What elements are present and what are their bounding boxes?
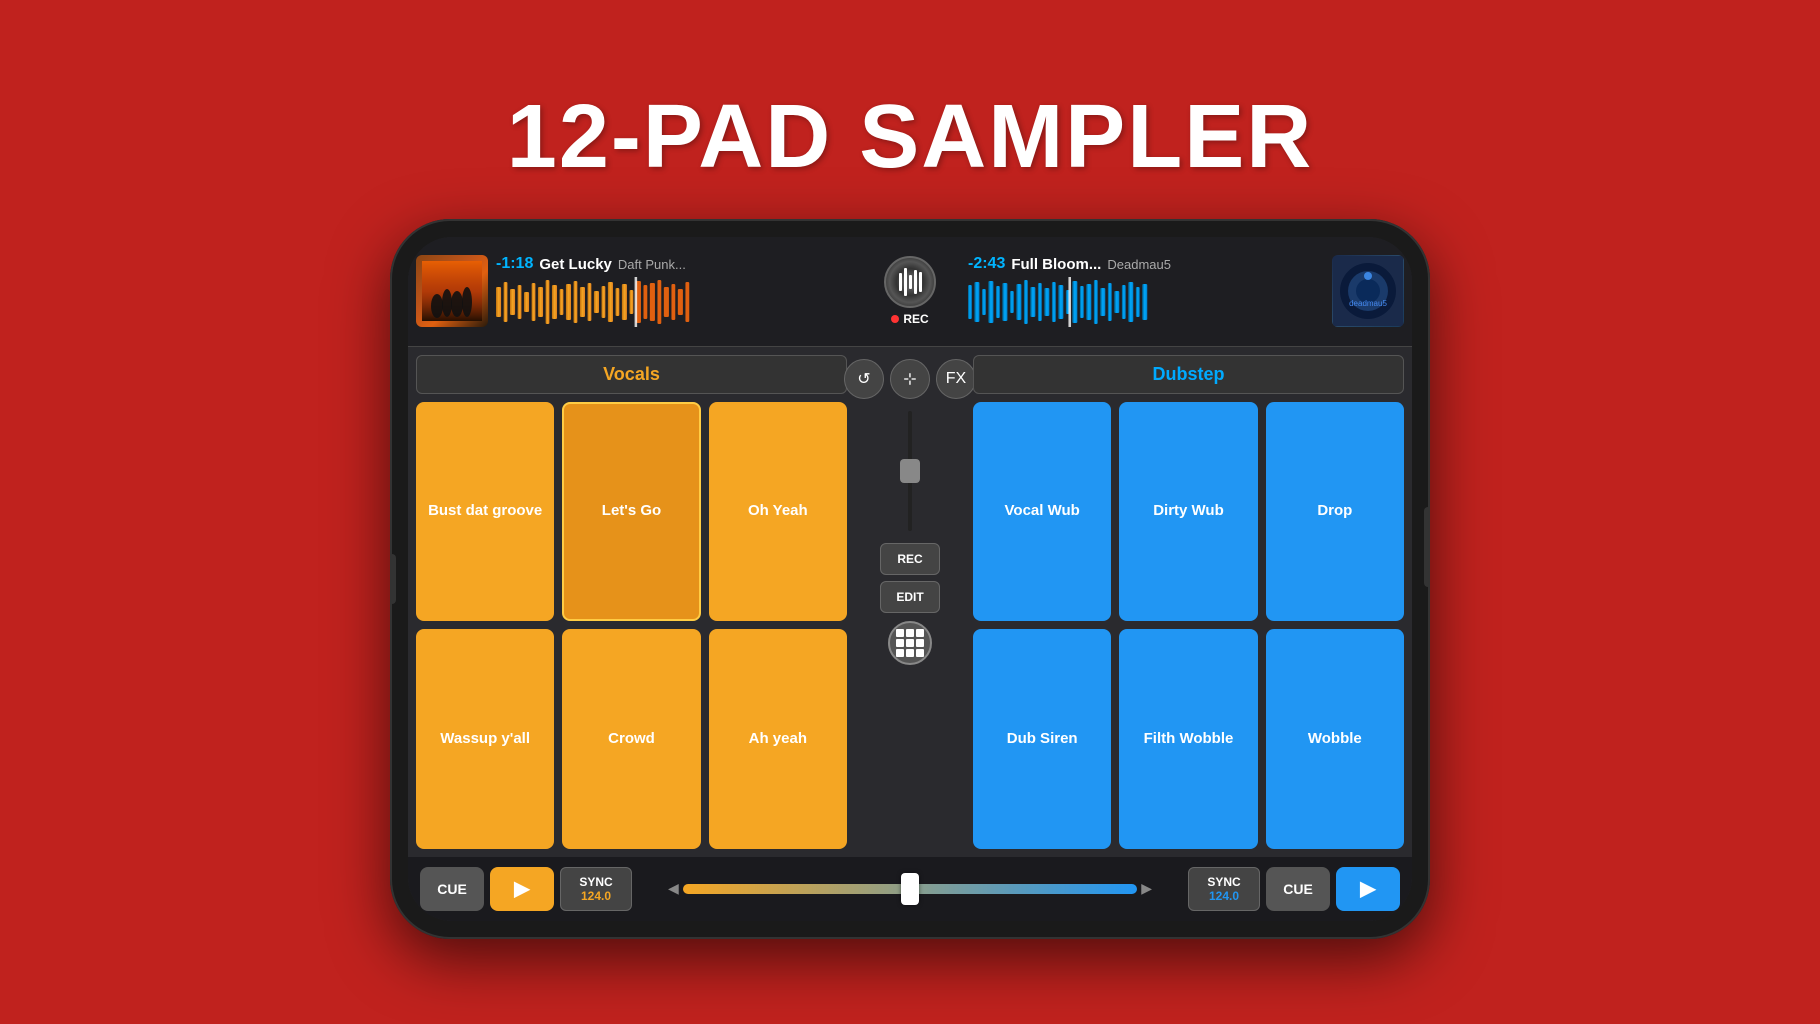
svg-text:deadmau5: deadmau5 — [1349, 299, 1387, 308]
crossfader-h-thumb — [901, 873, 919, 905]
play-button-left[interactable]: ▶ — [490, 867, 554, 911]
edit-button[interactable]: EDIT — [880, 581, 940, 613]
waveform-left — [496, 277, 852, 327]
grid-button[interactable] — [888, 621, 932, 665]
pad-ah-yeah[interactable]: Ah yeah — [709, 629, 847, 849]
rec-button[interactable]: REC — [880, 543, 940, 575]
pads-grid-left: Bust dat groove Let's Go Oh Yeah Wassup … — [416, 402, 847, 849]
pad-vocal-wub[interactable]: Vocal Wub — [973, 402, 1111, 622]
pad-dirty-wub[interactable]: Dirty Wub — [1119, 402, 1257, 622]
rec-edit-buttons: REC EDIT — [880, 543, 940, 613]
pad-lets-go[interactable]: Let's Go — [562, 402, 700, 622]
pads-grid-right: Vocal Wub Dirty Wub Drop Dub Siren Filth… — [973, 402, 1404, 849]
grid-icon — [896, 629, 924, 657]
deck-right: -2:43 Full Bloom... Deadmau5 — [960, 237, 1412, 346]
center-deck: REC — [860, 237, 960, 346]
pad-wobble[interactable]: Wobble — [1266, 629, 1404, 849]
album-art-right: deadmau5 — [1332, 255, 1404, 327]
play-icon-left: ▶ — [514, 876, 529, 901]
sampler-right: Dubstep Vocal Wub Dirty Wub Drop Dub Sir… — [973, 355, 1404, 849]
pad-wassup-yall[interactable]: Wassup y'all — [416, 629, 554, 849]
vinyl-icon — [884, 256, 936, 308]
transport-left: CUE ▶ SYNC 124.0 — [420, 867, 662, 911]
fx-button[interactable]: FX — [936, 359, 976, 399]
sampler-center: ↺ ⊹ FX REC — [855, 355, 965, 849]
deck-left-artist: Daft Punk... — [618, 257, 686, 272]
fx-label: FX — [946, 370, 966, 388]
rec-dot — [891, 315, 899, 323]
rec-label: REC — [903, 312, 928, 326]
sampler-left: Vocals Bust dat groove Let's Go Oh Yeah … — [416, 355, 847, 849]
sync-box-right[interactable]: SYNC 124.0 — [1188, 867, 1260, 911]
horizontal-crossfader[interactable] — [683, 884, 1137, 894]
mixer-button[interactable]: ⊹ — [890, 359, 930, 399]
play-icon-right: ▶ — [1360, 876, 1375, 901]
album-art-left — [416, 255, 488, 327]
waveform-right — [968, 277, 1324, 327]
pad-dub-siren[interactable]: Dub Siren — [973, 629, 1111, 849]
category-label-vocals: Vocals — [416, 355, 847, 394]
page-title: 12-PAD SAMPLER — [507, 86, 1313, 189]
deck-left-info: -1:18 Get Lucky Daft Punk... — [496, 255, 852, 327]
sync-box-left[interactable]: SYNC 124.0 — [560, 867, 632, 911]
deck-right-title: Full Bloom... — [1011, 256, 1101, 273]
pad-filth-wobble[interactable]: Filth Wobble — [1119, 629, 1257, 849]
deck-left-time: -1:18 — [496, 255, 533, 273]
deck-right-artist: Deadmau5 — [1107, 257, 1171, 272]
deck-right-info: -2:43 Full Bloom... Deadmau5 — [968, 255, 1324, 327]
vinyl-bars — [899, 268, 922, 296]
crossfader-track — [908, 411, 912, 531]
crossfader-arrow-right: ▶ — [1141, 880, 1152, 897]
transport-center: ◀ ▶ — [668, 880, 1152, 897]
loop-icon: ↺ — [857, 369, 870, 389]
sampler-area: Vocals Bust dat groove Let's Go Oh Yeah … — [408, 347, 1412, 857]
pad-crowd[interactable]: Crowd — [562, 629, 700, 849]
sync-label-left: SYNC — [579, 875, 612, 889]
pad-bust-dat-groove[interactable]: Bust dat groove — [416, 402, 554, 622]
phone-screen: -1:18 Get Lucky Daft Punk... — [408, 237, 1412, 921]
sync-bpm-left: 124.0 — [581, 889, 611, 903]
category-label-dubstep: Dubstep — [973, 355, 1404, 394]
crossfader-thumb — [900, 459, 920, 483]
cue-button-right[interactable]: CUE — [1266, 867, 1330, 911]
center-controls-row: ↺ ⊹ FX — [844, 359, 976, 399]
transport-right: SYNC 124.0 CUE ▶ — [1158, 867, 1400, 911]
phone-power-button — [1424, 507, 1430, 587]
sync-label-right: SYNC — [1207, 875, 1240, 889]
deck-left-title: Get Lucky — [539, 256, 612, 273]
sync-bpm-right: 124.0 — [1209, 889, 1239, 903]
rec-indicator: REC — [891, 312, 928, 326]
deck-area: -1:18 Get Lucky Daft Punk... — [408, 237, 1412, 347]
play-button-right[interactable]: ▶ — [1336, 867, 1400, 911]
pad-drop[interactable]: Drop — [1266, 402, 1404, 622]
phone-side-button — [390, 554, 396, 604]
pad-oh-yeah[interactable]: Oh Yeah — [709, 402, 847, 622]
deck-right-time: -2:43 — [968, 255, 1005, 273]
cue-button-left[interactable]: CUE — [420, 867, 484, 911]
loop-button[interactable]: ↺ — [844, 359, 884, 399]
phone-device: -1:18 Get Lucky Daft Punk... — [390, 219, 1430, 939]
vertical-crossfader[interactable] — [908, 407, 912, 535]
transport-area: CUE ▶ SYNC 124.0 ◀ ▶ SYNC — [408, 857, 1412, 921]
crossfader-arrow-left: ◀ — [668, 880, 679, 897]
mixer-icon: ⊹ — [903, 369, 916, 389]
deck-left: -1:18 Get Lucky Daft Punk... — [408, 237, 860, 346]
